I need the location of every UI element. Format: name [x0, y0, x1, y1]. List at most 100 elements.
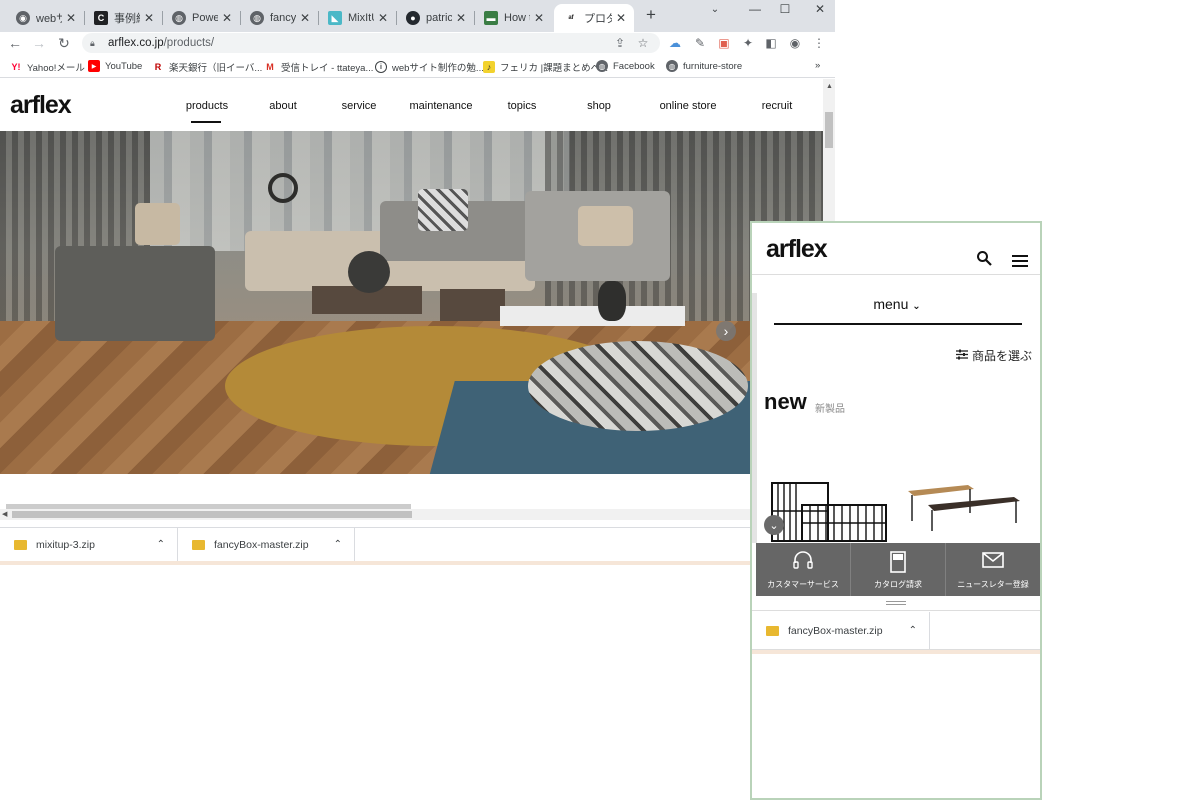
- catalog-request-button[interactable]: カタログ請求: [851, 543, 946, 596]
- kebab-menu-icon[interactable]: ⋮: [811, 35, 827, 51]
- black-vase: [348, 251, 390, 293]
- mobile-site-logo[interactable]: arflex: [766, 235, 828, 264]
- scroll-down-button[interactable]: ⌄: [764, 515, 784, 535]
- close-window-button[interactable]: ✕: [805, 0, 835, 18]
- bookmark-label: Facebook: [613, 60, 655, 72]
- mobile-menu-dropdown[interactable]: menu ⌄: [774, 296, 1020, 312]
- hamburger-menu-icon[interactable]: [1012, 254, 1028, 267]
- nav-products[interactable]: products: [186, 100, 228, 112]
- tab-label: How to: [504, 12, 530, 24]
- close-icon[interactable]: ✕: [456, 11, 466, 25]
- search-icon[interactable]: [976, 250, 992, 266]
- chevron-down-icon[interactable]: ⌄: [700, 0, 730, 18]
- close-icon[interactable]: ✕: [144, 11, 154, 25]
- filter-sliders-icon: [955, 349, 968, 363]
- tab-fancybox[interactable]: ◍ fancyb ✕: [240, 4, 318, 32]
- back-icon[interactable]: ←: [6, 34, 24, 52]
- chevron-up-icon[interactable]: ⌃: [909, 625, 917, 636]
- nav-service[interactable]: service: [342, 100, 377, 112]
- maximize-button[interactable]: ☐: [770, 0, 800, 18]
- extensions-icon[interactable]: ✦: [740, 35, 756, 51]
- product-shelf-image[interactable]: [770, 481, 890, 543]
- download-item[interactable]: fancyBox-master.zip ⌃: [178, 528, 355, 561]
- globe-icon: ◍: [596, 60, 608, 72]
- web-page: arflex products about service maintenanc…: [0, 79, 823, 520]
- close-icon[interactable]: ✕: [534, 11, 544, 25]
- close-icon[interactable]: ✕: [378, 11, 388, 25]
- tab-powerpoint[interactable]: ◍ PowerP ✕: [162, 4, 240, 32]
- action-label: カスタマーサービス: [767, 580, 839, 589]
- sidepanel-icon[interactable]: ◧: [763, 35, 779, 51]
- close-icon[interactable]: ✕: [222, 11, 232, 25]
- tab-github[interactable]: ● patrick ✕: [396, 4, 474, 32]
- customer-service-button[interactable]: カスタマーサービス: [756, 543, 851, 596]
- scrollbar-thumb[interactable]: [12, 511, 412, 518]
- close-icon[interactable]: ✕: [616, 11, 626, 25]
- bookmark-yahoo-mail[interactable]: Y! Yahoo!メール: [10, 60, 85, 74]
- mixitup-favicon-icon: ◣: [328, 11, 342, 25]
- profile-avatar-icon[interactable]: ◉: [787, 35, 803, 51]
- download-filename: fancyBox-master.zip: [214, 538, 309, 551]
- bookmark-felica[interactable]: ♪ フェリカ |課題まとめペ...: [483, 60, 608, 74]
- new-tab-button[interactable]: +: [636, 5, 666, 24]
- bookmark-facebook[interactable]: ◍ Facebook: [596, 60, 655, 72]
- bookmark-gmail[interactable]: M 受信トレイ - ttateya...: [264, 60, 373, 74]
- chevron-up-icon[interactable]: ⌃: [334, 539, 342, 550]
- nav-topics[interactable]: topics: [508, 100, 537, 112]
- resize-handle[interactable]: [752, 596, 1040, 611]
- black-vase: [598, 281, 626, 321]
- scroll-left-icon[interactable]: ◀: [2, 510, 7, 518]
- carousel-next-button[interactable]: ›: [716, 321, 736, 341]
- horizontal-scrollbar[interactable]: ◀: [0, 509, 823, 520]
- nav-about[interactable]: about: [269, 100, 297, 112]
- marble-table: [500, 306, 685, 326]
- cloud-icon[interactable]: ☁: [667, 35, 683, 51]
- bookmark-youtube[interactable]: ▶ YouTube: [88, 60, 142, 72]
- bookmark-furniture-store[interactable]: ◍ furniture-store: [666, 60, 742, 72]
- close-icon[interactable]: ✕: [300, 11, 310, 25]
- product-filter-button[interactable]: 商品を選ぶ: [955, 347, 1032, 364]
- tab-howto[interactable]: ▬ How to ✕: [474, 4, 552, 32]
- nav-recruit[interactable]: recruit: [762, 100, 793, 112]
- rakuten-icon: R: [154, 62, 162, 72]
- zip-file-icon: [192, 539, 205, 550]
- share-icon[interactable]: ⇪: [612, 35, 628, 51]
- tab-web[interactable]: ◉ webサイ ✕: [6, 4, 84, 32]
- newsletter-signup-button[interactable]: ニュースレター登録: [946, 543, 1040, 596]
- eyedropper-icon[interactable]: ✎: [692, 35, 708, 51]
- calendar-icon[interactable]: ▣: [716, 35, 732, 51]
- forward-icon[interactable]: →: [30, 34, 48, 52]
- nav-shop[interactable]: shop: [587, 100, 611, 112]
- browser-toolbar: ← → ↻ 🔒︎ arflex.co.jp/products/ ⇪ ☆ ☁ ✎ …: [0, 32, 835, 54]
- youtube-icon: ▶: [88, 60, 100, 72]
- nav-maintenance[interactable]: maintenance: [410, 100, 473, 112]
- tab-jirei[interactable]: C 事例紹 ✕: [84, 4, 162, 32]
- minimize-button[interactable]: —: [740, 0, 770, 18]
- scrollbar-thumb[interactable]: [825, 112, 833, 148]
- bookmark-web-study[interactable]: i webサイト制作の勉...: [375, 60, 484, 74]
- bookmarks-overflow-button[interactable]: »: [815, 60, 820, 71]
- bookmark-star-icon[interactable]: ☆: [635, 35, 651, 51]
- chevron-up-icon[interactable]: ⌃: [157, 539, 165, 550]
- new-products-carousel: [752, 473, 1040, 543]
- tab-label: patrick: [426, 12, 452, 24]
- reload-icon[interactable]: ↻: [55, 34, 73, 52]
- site-logo[interactable]: arflex: [10, 91, 72, 120]
- mobile-downloads-bar: fancyBox-master.zip ⌃: [752, 612, 1040, 650]
- downloads-bar: mixitup-3.zip ⌃ fancyBox-master.zip ⌃: [0, 527, 835, 561]
- download-item[interactable]: mixitup-3.zip ⌃: [0, 528, 178, 561]
- close-icon[interactable]: ✕: [66, 11, 76, 25]
- download-filename: mixitup-3.zip: [36, 538, 95, 551]
- tab-mixitup[interactable]: ◣ MixItUp ✕: [318, 4, 396, 32]
- side-table: [440, 289, 505, 321]
- scroll-up-icon[interactable]: ▲: [826, 83, 833, 90]
- arflex-favicon-icon: af: [564, 11, 578, 25]
- bookmark-rakuten[interactable]: R 楽天銀行（旧イーバ...: [152, 60, 263, 74]
- download-filename: fancyBox-master.zip: [788, 624, 883, 637]
- address-bar[interactable]: 🔒︎ arflex.co.jp/products/: [82, 33, 660, 53]
- download-item[interactable]: fancyBox-master.zip ⌃: [752, 612, 930, 649]
- nav-online-store[interactable]: online store: [660, 100, 717, 112]
- product-table-image[interactable]: [904, 483, 1024, 533]
- tab-products[interactable]: af プロダク ✕: [554, 4, 634, 32]
- c-favicon-icon: C: [94, 11, 108, 25]
